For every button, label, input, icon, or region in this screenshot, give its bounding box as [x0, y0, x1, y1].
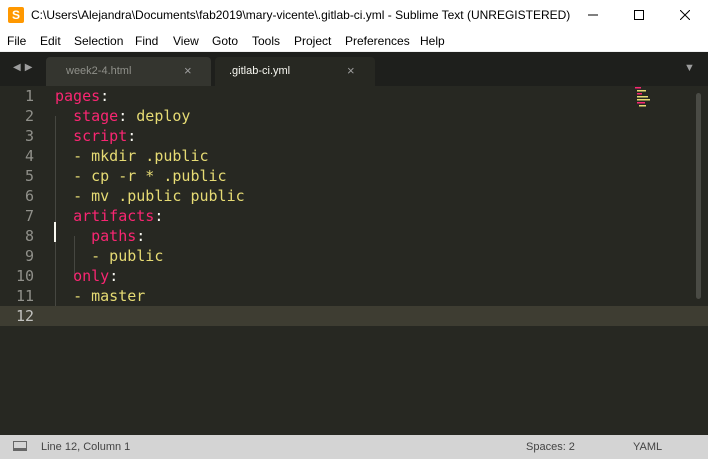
tab-label: .gitlab-ci.yml [229, 65, 291, 77]
menu-view[interactable]: View [173, 34, 199, 48]
code-line[interactable]: 11 - master [0, 286, 708, 306]
maximize-button[interactable] [616, 0, 662, 31]
yaml-colon: : [127, 127, 137, 145]
code-line[interactable]: 10 only: [0, 266, 708, 286]
code-line[interactable]: 5 - cp -r * .public [0, 166, 708, 186]
tab-label: week2-4.html [66, 65, 132, 77]
code-line[interactable]: 2 stage: deploy [0, 106, 708, 126]
yaml-key: pages [55, 87, 101, 105]
code-line[interactable]: 12 [0, 306, 708, 326]
menu-goto[interactable]: Goto [212, 34, 238, 48]
title-bar: S C:\Users\Alejandra\Documents\fab2019\m… [0, 0, 708, 31]
yaml-key: only [73, 267, 110, 285]
code-text: - cp -r * .public [55, 166, 227, 186]
sublime-app-icon: S [8, 7, 24, 23]
code-line[interactable]: 6 - mv .public public [0, 186, 708, 206]
code-text: artifacts: [55, 206, 163, 226]
yaml-key: script [73, 127, 128, 145]
line-number: 8 [24, 227, 34, 245]
code-text: - public [55, 246, 163, 266]
cursor-position: Line 12, Column 1 [41, 441, 131, 453]
line-number: 5 [24, 167, 34, 185]
code-line[interactable]: 3 script: [0, 126, 708, 146]
menu-selection[interactable]: Selection [74, 34, 123, 48]
yaml-key: stage [73, 107, 119, 125]
tab-gitlab-ci-yml[interactable]: .gitlab-ci.yml × [215, 57, 375, 86]
line-number: 10 [15, 267, 34, 285]
maximize-icon [634, 10, 644, 20]
menu-preferences[interactable]: Preferences [345, 34, 410, 48]
indentation-setting[interactable]: Spaces: 2 [526, 441, 575, 453]
code-text: only: [55, 266, 118, 286]
line-number: 12 [15, 307, 34, 325]
line-number: 9 [24, 247, 34, 265]
yaml-colon: : [100, 87, 110, 105]
yaml-value: - public [91, 247, 164, 265]
line-number: 1 [24, 87, 34, 105]
code-text: paths: [55, 226, 145, 246]
yaml-colon: : [154, 207, 164, 225]
code-editor[interactable]: 1 pages: 2 stage: deploy 3 script: 4 - mkdir… [0, 86, 708, 435]
line-number: 7 [24, 207, 34, 225]
line-number: 4 [24, 147, 34, 165]
code-line[interactable]: 7 artifacts: [0, 206, 708, 226]
yaml-value: - mv .public public [73, 187, 245, 205]
code-line[interactable]: 4 - mkdir .public [0, 146, 708, 166]
tab-list-dropdown-icon[interactable]: ▼ [684, 62, 695, 74]
yaml-key: paths [91, 227, 137, 245]
line-number: 6 [24, 187, 34, 205]
line-number: 2 [24, 107, 34, 125]
window-title: C:\Users\Alejandra\Documents\fab2019\mar… [31, 8, 571, 22]
tab-bar: ◀▶ week2-4.html × .gitlab-ci.yml × ▼ [0, 52, 708, 86]
menu-help[interactable]: Help [420, 34, 445, 48]
vertical-scrollbar[interactable] [696, 93, 701, 299]
code-text: - mv .public public [55, 186, 245, 206]
tab-nav-arrows-icon[interactable]: ◀▶ [13, 62, 36, 73]
sublime-window: S C:\Users\Alejandra\Documents\fab2019\m… [0, 0, 708, 459]
yaml-colon: : [136, 227, 146, 245]
code-text: stage: deploy [55, 106, 190, 126]
code-line[interactable]: 8 paths: [0, 226, 708, 246]
menu-find[interactable]: Find [135, 34, 158, 48]
yaml-value: deploy [136, 107, 191, 125]
menu-tools[interactable]: Tools [252, 34, 280, 48]
menu-edit[interactable]: Edit [40, 34, 61, 48]
yaml-colon: : [118, 107, 137, 125]
close-button[interactable] [662, 0, 708, 31]
yaml-value: - master [73, 287, 146, 305]
panel-toggle-icon[interactable] [13, 441, 27, 451]
yaml-value: - cp -r * .public [73, 167, 227, 185]
text-cursor [54, 222, 56, 242]
status-bar: Line 12, Column 1 Spaces: 2 YAML [0, 435, 708, 459]
tab-close-icon[interactable]: × [184, 63, 192, 78]
close-icon [680, 10, 690, 20]
yaml-value: - mkdir .public [73, 147, 209, 165]
yaml-colon: : [109, 267, 119, 285]
minimap[interactable] [633, 86, 653, 108]
menu-file[interactable]: File [7, 34, 26, 48]
code-text: - master [55, 286, 145, 306]
minimize-icon [588, 14, 598, 16]
code-text: - mkdir .public [55, 146, 209, 166]
line-number: 3 [24, 127, 34, 145]
tab-close-icon[interactable]: × [347, 63, 355, 78]
code-line[interactable]: 1 pages: [0, 86, 708, 106]
menu-bar: File Edit Selection Find View Goto Tools… [0, 31, 708, 52]
code-line[interactable]: 9 - public [0, 246, 708, 266]
code-text: script: [55, 126, 136, 146]
syntax-selector[interactable]: YAML [633, 441, 662, 453]
line-number: 11 [15, 287, 34, 305]
code-text: pages: [55, 86, 109, 106]
tab-week2-4-html[interactable]: week2-4.html × [46, 57, 211, 86]
yaml-key: artifacts [73, 207, 155, 225]
minimize-button[interactable] [570, 0, 616, 31]
menu-project[interactable]: Project [294, 34, 331, 48]
